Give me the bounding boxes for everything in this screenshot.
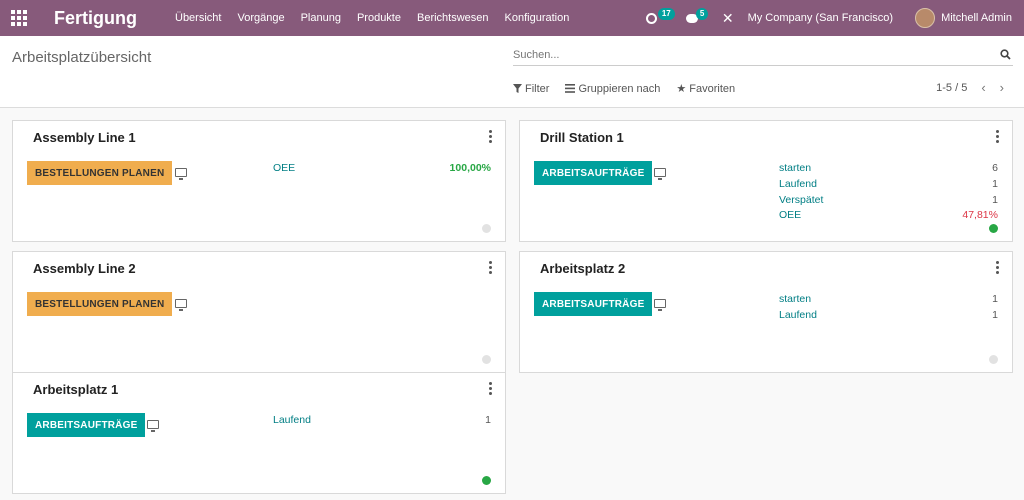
stat-label-running[interactable]: Laufend: [779, 309, 817, 321]
activity-button[interactable]: 17: [638, 0, 678, 36]
stat-label-to-start[interactable]: starten: [779, 293, 811, 305]
stat-label-oee[interactable]: OEE: [273, 162, 295, 174]
stat-label-oee[interactable]: OEE: [779, 209, 801, 221]
card-menu-icon[interactable]: [489, 261, 493, 274]
card-menu-icon[interactable]: [996, 261, 1000, 274]
menu-item-overview[interactable]: Übersicht: [167, 0, 229, 36]
group-by-label: Gruppieren nach: [578, 82, 661, 95]
card-title[interactable]: Assembly Line 2: [33, 261, 136, 276]
card-title[interactable]: Assembly Line 1: [33, 130, 136, 145]
avatar: [915, 8, 936, 28]
monitor-icon[interactable]: [654, 299, 666, 311]
monitor-icon[interactable]: [175, 168, 187, 180]
main-menu: Übersicht Vorgänge Planung Produkte Beri…: [167, 0, 577, 36]
card-title[interactable]: Drill Station 1: [540, 130, 624, 145]
stat-value-late: 1: [992, 194, 998, 206]
pager-next-icon[interactable]: ›: [1000, 80, 1004, 95]
menu-item-operations[interactable]: Vorgänge: [229, 0, 292, 36]
messages-badge: 5: [695, 8, 709, 20]
workcenter-card: Assembly Line 2 BESTELLUNGEN PLANEN: [12, 251, 506, 373]
card-title[interactable]: Arbeitsplatz 1: [33, 382, 118, 397]
card-menu-icon[interactable]: [489, 130, 493, 143]
status-dot[interactable]: [989, 355, 998, 364]
workcenter-card: Arbeitsplatz 1 ARBEITSAUFTRÄGE Laufend 1: [12, 372, 506, 494]
card-menu-icon[interactable]: [996, 130, 1000, 143]
work-orders-button[interactable]: ARBEITSAUFTRÄGE: [534, 292, 653, 316]
stat-label-late[interactable]: Verspätet: [779, 194, 823, 206]
plan-orders-button[interactable]: BESTELLUNGEN PLANEN: [27, 292, 173, 316]
clock-icon: [645, 12, 657, 24]
search-bar: [513, 46, 1013, 66]
card-title[interactable]: Arbeitsplatz 2: [540, 261, 625, 276]
stat-value-to-start: 1: [992, 293, 998, 305]
breadcrumb: Arbeitsplatzübersicht: [12, 49, 152, 66]
top-navbar: Fertigung Übersicht Vorgänge Planung Pro…: [0, 0, 1024, 36]
monitor-icon[interactable]: [654, 168, 666, 180]
monitor-icon[interactable]: [147, 420, 159, 432]
pager-previous-icon[interactable]: ‹: [981, 80, 985, 95]
work-orders-button[interactable]: ARBEITSAUFTRÄGE: [27, 413, 146, 437]
stat-label-running[interactable]: Laufend: [273, 414, 311, 426]
status-dot[interactable]: [482, 476, 491, 485]
funnel-icon: [513, 84, 522, 93]
user-menu[interactable]: Mitchell Admin: [907, 0, 1024, 36]
stat-value-running: 1: [992, 309, 998, 321]
favorites-button[interactable]: ★ Favoriten: [676, 82, 736, 96]
group-by-button[interactable]: Gruppieren nach: [565, 82, 660, 95]
workcenter-card: Assembly Line 1 BESTELLUNGEN PLANEN OEE …: [12, 120, 506, 242]
control-panel: Arbeitsplatzübersicht Filter Gruppieren …: [0, 36, 1024, 108]
stat-label-running[interactable]: Laufend: [779, 178, 817, 190]
user-name: Mitchell Admin: [941, 12, 1012, 24]
stat-value-running: 1: [992, 178, 998, 190]
search-icon[interactable]: [1000, 49, 1011, 63]
activity-badge: 17: [657, 8, 675, 20]
workcenter-card: Drill Station 1 ARBEITSAUFTRÄGE starten …: [519, 120, 1013, 242]
stat-value-to-start: 6: [992, 162, 998, 174]
filter-label: Filter: [525, 82, 550, 95]
menu-item-configuration[interactable]: Konfiguration: [497, 0, 578, 36]
work-orders-button[interactable]: ARBEITSAUFTRÄGE: [534, 161, 653, 185]
apps-menu-icon[interactable]: [0, 0, 38, 36]
status-dot[interactable]: [482, 224, 491, 233]
plan-orders-button[interactable]: BESTELLUNGEN PLANEN: [27, 161, 173, 185]
stat-value-running: 1: [485, 414, 491, 426]
menu-item-planning[interactable]: Planung: [293, 0, 349, 36]
menu-item-reporting[interactable]: Berichtswesen: [409, 0, 497, 36]
app-brand[interactable]: Fertigung: [54, 8, 137, 29]
messages-button[interactable]: 5: [678, 0, 714, 36]
pager: 1-5 / 5 ‹ ›: [936, 80, 1004, 95]
menu-item-products[interactable]: Produkte: [349, 0, 409, 36]
systray: 17 5 ✕ My Company (San Francisco) Mitche…: [638, 0, 1024, 36]
stat-value-oee: 47,81%: [962, 209, 998, 221]
tools-icon: ✕: [721, 9, 734, 26]
workcenter-card: Arbeitsplatz 2 ARBEITSAUFTRÄGE starten 1…: [519, 251, 1013, 373]
list-icon: [565, 84, 576, 93]
star-icon: ★: [676, 83, 687, 95]
stat-value-oee: 100,00%: [449, 162, 491, 174]
stat-label-to-start[interactable]: starten: [779, 162, 811, 174]
status-dot[interactable]: [989, 224, 998, 233]
company-switcher[interactable]: My Company (San Francisco): [742, 0, 908, 36]
debug-tools-button[interactable]: ✕: [714, 0, 742, 36]
pager-value[interactable]: 1-5 / 5: [936, 82, 967, 94]
status-dot[interactable]: [482, 355, 491, 364]
favorites-label: Favoriten: [689, 82, 736, 95]
card-menu-icon[interactable]: [489, 382, 493, 395]
search-input[interactable]: [513, 49, 983, 61]
filter-button[interactable]: Filter: [513, 82, 549, 95]
monitor-icon[interactable]: [175, 299, 187, 311]
search-options: Filter Gruppieren nach ★ Favoriten: [513, 82, 735, 95]
